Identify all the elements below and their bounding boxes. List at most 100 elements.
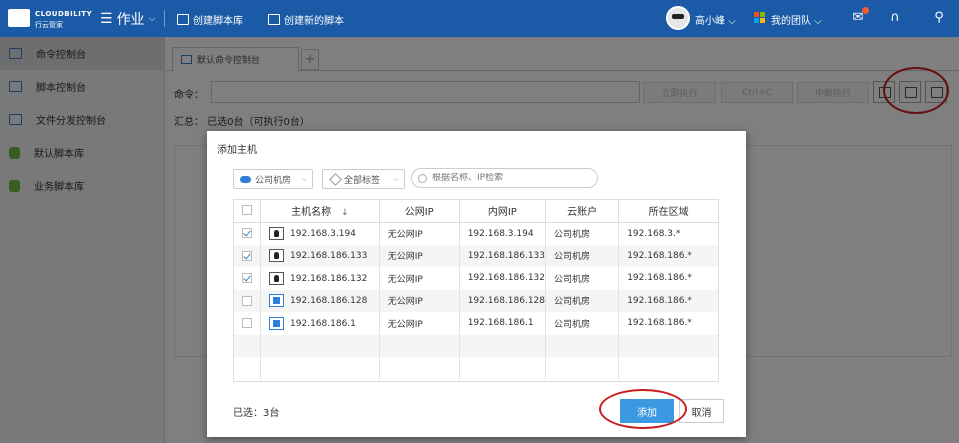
table-row[interactable]: 192.168.3.194 无公网IP 192.168.3.194 公司机房 1… xyxy=(234,222,718,245)
select-all-cell xyxy=(234,200,262,223)
table-row[interactable]: 192.168.186.128 无公网IP 192.168.186.128 公司… xyxy=(234,289,718,312)
row-checkbox[interactable] xyxy=(242,295,253,306)
col-host-name[interactable]: 主机名称 ↓ xyxy=(260,200,380,223)
region-cell: 192.168.186.* xyxy=(618,244,718,267)
public-ip-cell: 无公网IP xyxy=(379,312,460,335)
select-all-checkbox[interactable] xyxy=(242,205,253,216)
avatar[interactable] xyxy=(666,6,690,30)
col-public-ip: 公网IP xyxy=(379,200,460,223)
top-nav-bar: CLOUDBILITY 行云管家 ☰ 作业 ⌵ 创建脚本库 创建新的脚本 高小峰… xyxy=(0,0,959,37)
team-menu[interactable]: 我的团队 ⌵ xyxy=(771,12,822,27)
region-cell: 192.168.186.* xyxy=(627,318,692,329)
tag-filter-value: 全部标签 xyxy=(344,175,381,186)
chevron-down-icon: ⌵ xyxy=(301,174,307,183)
user-menu[interactable]: 高小峰 ⌵ xyxy=(695,12,736,27)
account-cell: 公司机房 xyxy=(545,222,620,245)
account-cell: 公司机房 xyxy=(545,289,620,312)
private-ip-cell: 192.168.186.133 xyxy=(459,244,547,267)
windows-icon xyxy=(269,316,285,330)
empty-row xyxy=(234,357,718,380)
selected-count: 已选：3台 xyxy=(233,408,280,419)
account-cell: 公司机房 xyxy=(545,244,620,267)
divider xyxy=(164,10,165,27)
cloudbility-logo[interactable]: CLOUDBILITY 行云管家 xyxy=(8,7,93,31)
host-name: 192.168.186.132 xyxy=(290,273,368,284)
col-region: 所在区域 xyxy=(618,200,718,223)
col-cloud-account: 云账户 xyxy=(545,200,620,223)
public-ip-cell: 无公网IP xyxy=(379,244,460,267)
private-ip-cell: 192.168.186.128 xyxy=(459,289,547,312)
create-script-label: 创建新的脚本 xyxy=(284,16,344,27)
region-cell: 192.168.186.* xyxy=(627,273,692,284)
account-cell: 公司机房 xyxy=(545,312,620,335)
chevron-down-icon: ⌵ xyxy=(393,174,399,183)
room-filter-select[interactable]: 公司机房 ⌵ xyxy=(233,169,313,189)
private-ip-cell: 192.168.3.194 xyxy=(459,222,547,245)
host-name: 192.168.186.1 xyxy=(290,318,356,329)
linux-icon xyxy=(269,249,285,263)
row-checkbox[interactable] xyxy=(242,228,253,239)
team-label: 我的团队 xyxy=(771,16,811,27)
row-select-cell xyxy=(234,222,262,245)
row-select-cell xyxy=(234,289,262,312)
host-table: 主机名称 ↓ 公网IP 内网IP 云账户 所在区域 192.168.3.194 无… xyxy=(233,199,719,382)
row-select-cell xyxy=(234,267,262,290)
job-menu-button[interactable]: ☰ 作业 ⌵ xyxy=(100,9,155,29)
create-script-link[interactable]: 创建新的脚本 xyxy=(268,12,344,27)
add-host-dialog: 添加主机 公司机房 ⌵ 全部标签 ⌵ 主机名称 ↓ 公网IP 内网IP 云账户 xyxy=(207,131,746,437)
public-ip-cell: 无公网IP xyxy=(379,289,460,312)
dialog-title: 添加主机 xyxy=(217,145,257,156)
host-name-cell: 192.168.3.194 xyxy=(260,222,380,245)
mail-icon[interactable]: ✉ xyxy=(850,7,869,26)
col-private-ip: 内网IP xyxy=(459,200,547,223)
room-filter-value: 公司机房 xyxy=(255,175,292,186)
hamburger-icon: ☰ xyxy=(100,11,113,27)
row-checkbox[interactable] xyxy=(242,318,253,328)
empty-row xyxy=(234,334,718,357)
linux-icon xyxy=(269,227,285,240)
host-search xyxy=(411,168,598,188)
tag-icon xyxy=(329,172,342,186)
host-name: 192.168.3.194 xyxy=(290,229,356,239)
table-row[interactable]: 192.168.186.133 无公网IP 192.168.186.133 公司… xyxy=(234,244,718,267)
windows-icon xyxy=(269,294,285,308)
repo-icon xyxy=(177,14,189,25)
script-icon xyxy=(268,14,280,25)
private-ip-cell: 192.168.186.1 xyxy=(459,312,547,335)
public-ip-cell: 无公网IP xyxy=(379,267,460,290)
table-row[interactable]: 192.168.186.132 无公网IP 192.168.186.132 公司… xyxy=(234,267,718,290)
user-name: 高小峰 xyxy=(695,16,725,27)
job-menu-label: 作业 xyxy=(116,12,145,28)
tag-filter-select[interactable]: 全部标签 ⌵ xyxy=(322,169,405,189)
private-ip-cell: 192.168.186.132 xyxy=(459,267,547,290)
account-cell: 公司机房 xyxy=(545,267,620,290)
row-select-cell xyxy=(234,312,262,335)
headset-icon[interactable]: ∩ xyxy=(887,10,903,26)
search-icon[interactable]: ⚲ xyxy=(931,10,947,26)
host-name-cell: 192.168.186.128 xyxy=(260,289,380,312)
host-search-input[interactable] xyxy=(432,173,592,183)
host-name-cell: 192.168.186.132 xyxy=(260,267,380,290)
sort-arrow-icon[interactable]: ↓ xyxy=(341,208,349,218)
host-name: 192.168.186.128 xyxy=(290,296,368,307)
logo-brand-sub: 行云管家 xyxy=(35,21,63,29)
team-icon xyxy=(754,12,766,24)
create-repo-label: 创建脚本库 xyxy=(193,16,243,27)
table-row[interactable]: 192.168.186.1 无公网IP 192.168.186.1 公司机房 1… xyxy=(234,312,718,335)
highlight-ellipse xyxy=(599,389,687,429)
logo-brand: CLOUDBILITY xyxy=(35,10,93,18)
row-select-cell xyxy=(234,244,262,267)
notification-dot xyxy=(862,7,869,14)
create-repo-link[interactable]: 创建脚本库 xyxy=(177,12,243,27)
logo-mark-icon xyxy=(8,9,30,27)
host-name-cell: 192.168.186.133 xyxy=(260,244,380,267)
host-name: 192.168.186.133 xyxy=(290,251,368,262)
region-cell: 192.168.186.* xyxy=(618,289,718,312)
host-name-cell: 192.168.186.1 xyxy=(260,312,380,335)
search-icon xyxy=(418,173,427,183)
row-checkbox[interactable] xyxy=(242,273,253,283)
col-label: 主机名称 xyxy=(291,207,332,219)
region-cell: 192.168.3.* xyxy=(627,228,681,239)
cloud-icon xyxy=(240,175,251,183)
row-checkbox[interactable] xyxy=(242,250,253,261)
